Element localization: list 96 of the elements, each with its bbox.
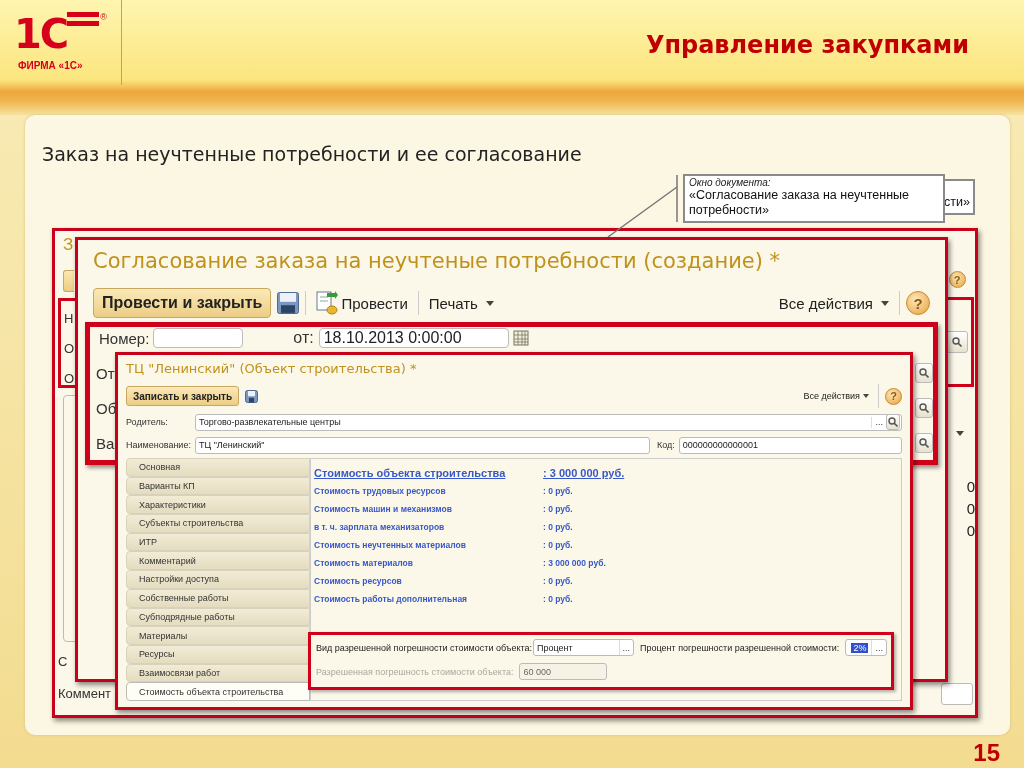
search-icon [919, 438, 929, 448]
tab[interactable]: Комментарий [126, 551, 310, 571]
cost-link[interactable]: Стоимость трудовых ресурсов [314, 486, 543, 496]
field-label: Номер: [99, 329, 150, 347]
input-field[interactable]: Процент ... [533, 639, 635, 656]
search-button[interactable] [915, 433, 933, 453]
select-button[interactable]: ... [871, 640, 886, 655]
cost-link[interactable]: Стоимость машин и механизмов [314, 504, 543, 514]
slide-subtitle: Заказ на неучтенные потребности и ее согласование [41, 142, 583, 165]
cost-value: : 0 руб. [543, 540, 573, 550]
field-label: О [64, 340, 75, 358]
help-button[interactable]: ? [906, 291, 930, 315]
cost-link[interactable]: Стоимость ресурсов [314, 576, 543, 586]
tab[interactable]: Характеристики [126, 495, 310, 515]
parent-field[interactable]: Торгово-развлекательные центры ... [195, 413, 902, 431]
search-icon [919, 403, 929, 413]
field-value: Торгово-развлекательные центры [199, 417, 341, 427]
cost-value: : 0 руб. [543, 522, 573, 532]
caret-icon [881, 300, 889, 306]
field-label: Наименование: [126, 440, 192, 450]
table-cell-text: 0 [966, 521, 975, 541]
field-label: От [96, 364, 115, 382]
date-field[interactable]: 18.10.2013 0:00:00 [318, 328, 509, 348]
tab[interactable]: Собственные работы [126, 588, 310, 608]
search-button[interactable] [915, 363, 933, 383]
all-actions-menu-button[interactable]: Все действия [774, 294, 893, 312]
field-label: С [58, 653, 68, 671]
tab[interactable]: Варианты КП [126, 476, 310, 496]
tab[interactable]: Материалы [126, 626, 310, 645]
field-label: Код: [657, 440, 675, 450]
tab[interactable]: Стоимость объекта строительства [126, 682, 310, 701]
logo-stripes-icon [67, 12, 100, 26]
search-icon [888, 417, 898, 427]
window-title: З [63, 235, 74, 255]
caret-icon [863, 394, 869, 398]
cost-value: : 3 000 000 руб. [543, 558, 606, 568]
field-label: О [64, 370, 75, 388]
help-button[interactable]: ? [948, 271, 966, 288]
cost-value: : 3 000 000 руб. [543, 467, 625, 479]
field-label: Об [96, 399, 117, 417]
cost-value: : 0 руб. [543, 486, 573, 496]
cost-value: : 0 руб. [543, 576, 573, 586]
field-label: Коммент [58, 685, 112, 703]
window-title: ТЦ "Ленинский" (Объект строительства) * [125, 360, 418, 377]
select-button[interactable]: ... [618, 640, 634, 655]
cost-link[interactable]: Стоимость неучтенных материалов [314, 540, 543, 550]
caret-icon [955, 431, 964, 436]
caret-icon [485, 300, 494, 306]
callout-caption: Окно документа: [689, 177, 772, 188]
cost-link[interactable]: в т. ч. зарплата механизаторов [314, 522, 543, 532]
cost-value: : 0 руб. [543, 504, 573, 514]
field-label: Н [64, 310, 74, 328]
print-menu-button[interactable]: Печать [424, 294, 498, 312]
tab[interactable]: Основная [126, 458, 310, 477]
tab[interactable]: Настройки доступа [126, 570, 310, 589]
document-arrow-icon [316, 291, 339, 315]
field-label: Процент погрешности разрешенной стоимости: [640, 642, 840, 653]
cost-link[interactable]: Стоимость работы дополнительная [314, 594, 543, 604]
logo-text: 1С [14, 12, 68, 56]
search-button[interactable] [915, 398, 933, 418]
table-cell-text: 0 [966, 499, 975, 519]
cost-link[interactable]: Стоимость объекта строительства [314, 467, 543, 479]
search-button[interactable] [946, 331, 968, 353]
input-field: 60 000 [519, 663, 608, 680]
input-field[interactable] [941, 683, 973, 705]
field-label: Вид разрешенной погрешности стоимости объекта: [316, 642, 532, 653]
field-label: Разрешенная погрешность стоимости объекта: [316, 666, 514, 677]
number-field[interactable] [153, 328, 244, 348]
table-cell-text: 0 [966, 477, 975, 497]
tab[interactable]: Субъекты строительства [126, 514, 310, 533]
calendar-icon [512, 330, 529, 346]
post-and-close-button[interactable]: Провести и закрыть [93, 288, 272, 318]
input-field[interactable]: 2% ... [845, 639, 887, 656]
code-field[interactable]: 000000000000001 [678, 436, 902, 454]
page-number: 15 [973, 739, 1000, 767]
callout-text: «Согласование заказа на неучтенные потребности» [689, 188, 911, 218]
registered-mark: ® [100, 12, 107, 22]
cost-link[interactable]: Стоимость материалов [314, 558, 543, 568]
cost-value: : 0 руб. [543, 594, 573, 604]
name-field[interactable]: ТЦ "Ленинский" [195, 436, 650, 454]
search-icon [919, 368, 929, 378]
search-button[interactable] [886, 414, 900, 430]
field-label: от: [293, 329, 314, 347]
all-actions-menu-button[interactable]: Все действия [800, 391, 872, 401]
help-button[interactable]: ? [885, 387, 902, 405]
callout-text: сти» [944, 195, 970, 209]
tab[interactable]: ИТР [126, 532, 310, 552]
save-and-close-button[interactable]: Записать и закрыть [126, 386, 240, 406]
field-label: Родитель: [126, 417, 169, 427]
window-title: Согласование заказа на неучтеные потребности (создание) * [92, 248, 782, 275]
field-label: Ва [96, 434, 115, 452]
slide-heading: Управление закупками [644, 30, 970, 59]
search-icon [952, 337, 962, 347]
post-button[interactable]: Провести [312, 291, 412, 315]
company-name: ФИРМА «1С» [18, 60, 83, 71]
tab[interactable]: Субподрядные работы [126, 607, 310, 627]
